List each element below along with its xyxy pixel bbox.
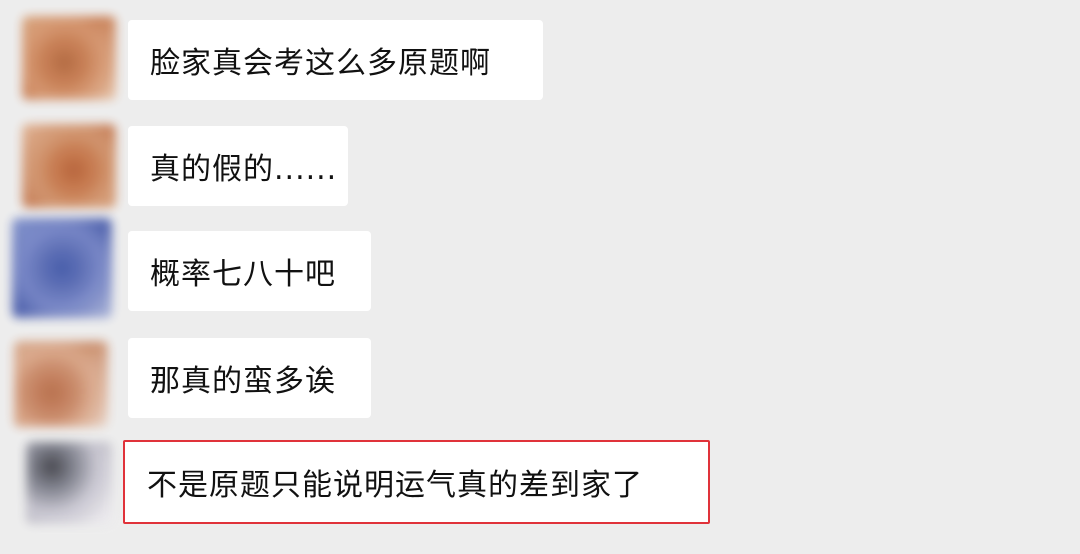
message-bubble[interactable]: 脸家真会考这么多原题啊 xyxy=(128,20,543,100)
message-bubble-highlighted[interactable]: 不是原题只能说明运气真的差到家了 xyxy=(123,440,710,524)
avatar[interactable] xyxy=(12,218,112,318)
avatar[interactable] xyxy=(22,16,116,100)
message-text: 不是原题只能说明运气真的差到家了 xyxy=(147,468,643,503)
message-bubble[interactable]: 真的假的...... xyxy=(128,126,348,206)
message-text: 概率七八十吧 xyxy=(150,257,336,292)
avatar[interactable] xyxy=(14,341,108,427)
avatar[interactable] xyxy=(22,124,116,208)
chat-message-list: 脸家真会考这么多原题啊 真的假的...... 概率七八十吧 那真的蛮多诶 不是原… xyxy=(0,0,1080,554)
message-text: 那真的蛮多诶 xyxy=(150,364,336,399)
message-text: 真的假的...... xyxy=(150,152,338,187)
avatar[interactable] xyxy=(26,442,112,524)
message-text: 脸家真会考这么多原题啊 xyxy=(150,46,491,81)
message-bubble[interactable]: 概率七八十吧 xyxy=(128,231,371,311)
message-bubble[interactable]: 那真的蛮多诶 xyxy=(128,338,371,418)
